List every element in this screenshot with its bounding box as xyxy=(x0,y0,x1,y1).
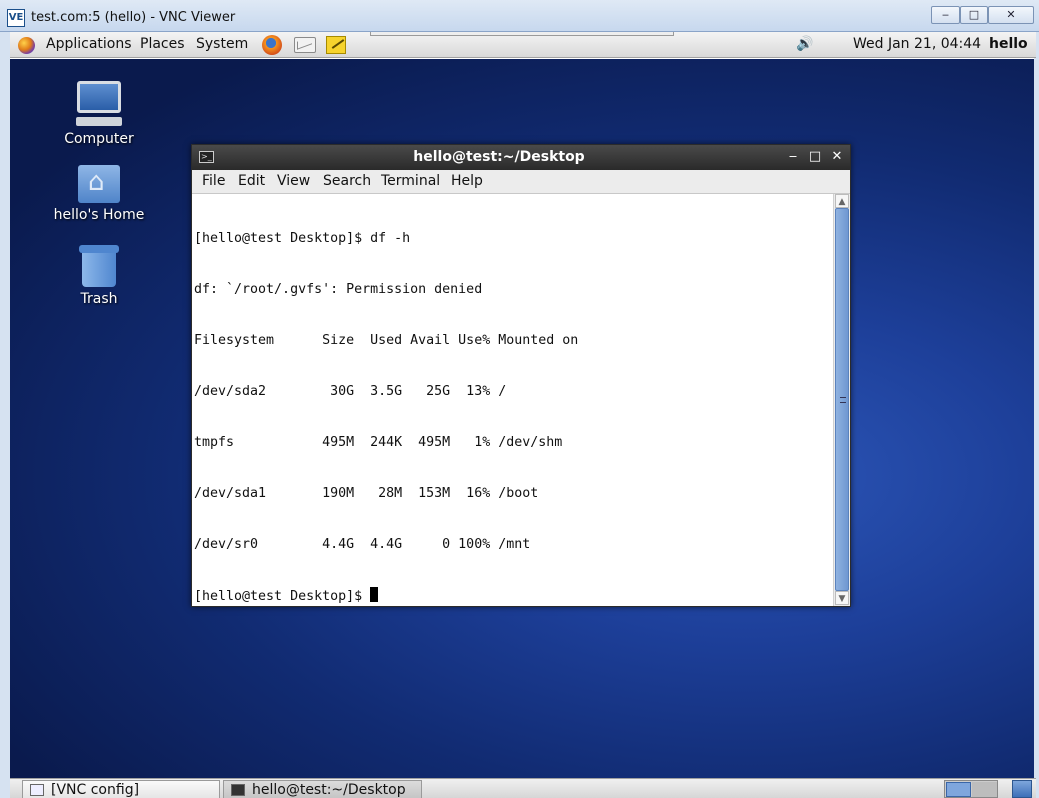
menu-applications[interactable]: Applications xyxy=(46,36,132,52)
terminal-title: hello@test:~/Desktop xyxy=(413,149,585,165)
terminal-window[interactable]: >_ hello@test:~/Desktop ‒ □ ✕ File Edit … xyxy=(191,144,851,607)
vnc-frame-left xyxy=(0,32,10,798)
vnc-minimize-button[interactable]: ‒ xyxy=(931,6,960,24)
terminal-line: /dev/sda1 190M 28M 153M 16% /boot xyxy=(194,486,539,501)
volume-icon[interactable]: 🔊 xyxy=(796,36,820,54)
menu-places[interactable]: Places xyxy=(140,36,185,52)
trash-icon xyxy=(79,245,119,287)
panel-clock[interactable]: Wed Jan 21, 04:44 xyxy=(853,36,981,52)
vnc-logo-icon: VE xyxy=(7,9,25,27)
terminal-close-button[interactable]: ✕ xyxy=(828,148,846,166)
scroll-up-arrow-icon[interactable]: ▲ xyxy=(835,194,849,208)
terminal-line: [hello@test Desktop]$ df -h xyxy=(194,231,411,246)
vnc-frame-right xyxy=(1034,32,1039,798)
workspace-1[interactable] xyxy=(946,782,971,797)
scroll-thumb[interactable] xyxy=(835,208,849,591)
terminal-scrollbar[interactable]: ▲ ▼ xyxy=(833,194,850,606)
menu-view[interactable]: View xyxy=(277,173,310,189)
menu-search[interactable]: Search xyxy=(323,173,371,189)
scroll-down-arrow-icon[interactable]: ▼ xyxy=(835,591,849,605)
scroll-grip-icon xyxy=(840,397,846,403)
taskbar-item-terminal[interactable]: hello@test:~/Desktop xyxy=(223,780,422,798)
terminal-cursor xyxy=(370,587,379,602)
notes-icon[interactable] xyxy=(326,36,346,54)
menu-help[interactable]: Help xyxy=(451,173,483,189)
desktop-icon-trash[interactable]: Trash xyxy=(49,245,149,307)
computer-icon xyxy=(76,81,122,127)
firefox-icon[interactable] xyxy=(262,35,282,55)
workspace-2[interactable] xyxy=(972,782,997,797)
terminal-icon xyxy=(231,784,245,796)
menu-file[interactable]: File xyxy=(202,173,225,189)
desktop-icon-home[interactable]: hello's Home xyxy=(49,165,149,223)
menu-edit[interactable]: Edit xyxy=(238,173,265,189)
panel-user[interactable]: hello xyxy=(989,36,1028,52)
taskbar-item-label: hello@test:~/Desktop xyxy=(252,782,406,798)
vnc-close-button[interactable]: ✕ xyxy=(988,6,1034,24)
window-icon xyxy=(30,784,44,796)
taskbar-item-vnc-config[interactable]: [VNC config] xyxy=(22,780,220,798)
vnc-window-title: test.com:5 (hello) - VNC Viewer xyxy=(31,10,236,25)
vnc-maximize-button[interactable]: □ xyxy=(960,6,988,24)
workspace-switcher[interactable] xyxy=(944,780,998,798)
terminal-prompt: [hello@test Desktop]$ xyxy=(194,589,371,604)
menu-terminal[interactable]: Terminal xyxy=(381,173,440,189)
menu-system[interactable]: System xyxy=(196,36,248,52)
terminal-titlebar[interactable]: >_ hello@test:~/Desktop ‒ □ ✕ xyxy=(192,145,850,170)
show-desktop-icon[interactable] xyxy=(1012,780,1032,798)
home-folder-icon xyxy=(78,165,120,203)
terminal-output[interactable]: [hello@test Desktop]$ df -h df: `/root/.… xyxy=(192,194,833,606)
bottom-panel: [VNC config] hello@test:~/Desktop xyxy=(10,778,1036,798)
terminal-line: tmpfs 495M 244K 495M 1% /dev/shm xyxy=(194,435,563,450)
terminal-prompt-line[interactable]: [hello@test Desktop]$ xyxy=(194,587,833,604)
terminal-minimize-button[interactable]: ‒ xyxy=(784,148,802,166)
terminal-maximize-button[interactable]: □ xyxy=(806,148,824,166)
terminal-line: /dev/sr0 4.4G 4.4G 0 100% /mnt xyxy=(194,537,531,552)
desktop-icon-computer[interactable]: Computer xyxy=(49,81,149,147)
terminal-menubar: File Edit View Search Terminal Help xyxy=(192,170,850,194)
terminal-line: df: `/root/.gvfs': Permission denied xyxy=(194,282,483,297)
terminal-line: /dev/sda2 30G 3.5G 25G 13% / xyxy=(194,384,507,399)
panel-window-slot xyxy=(370,32,674,36)
top-panel: Applications Places System 🔊 Wed Jan 21,… xyxy=(10,32,1036,58)
desktop-icon-label: Trash xyxy=(80,291,118,307)
desktop-icon-label: Computer xyxy=(64,131,134,147)
mail-icon[interactable] xyxy=(294,37,316,53)
terminal-line: Filesystem Size Used Avail Use% Mounted … xyxy=(194,333,579,348)
taskbar-item-label: [VNC config] xyxy=(51,782,140,798)
applications-icon[interactable] xyxy=(18,37,35,54)
vnc-titlebar: VE test.com:5 (hello) - VNC Viewer ‒ □ ✕ xyxy=(0,0,1039,32)
desktop-icon-label: hello's Home xyxy=(53,207,145,223)
